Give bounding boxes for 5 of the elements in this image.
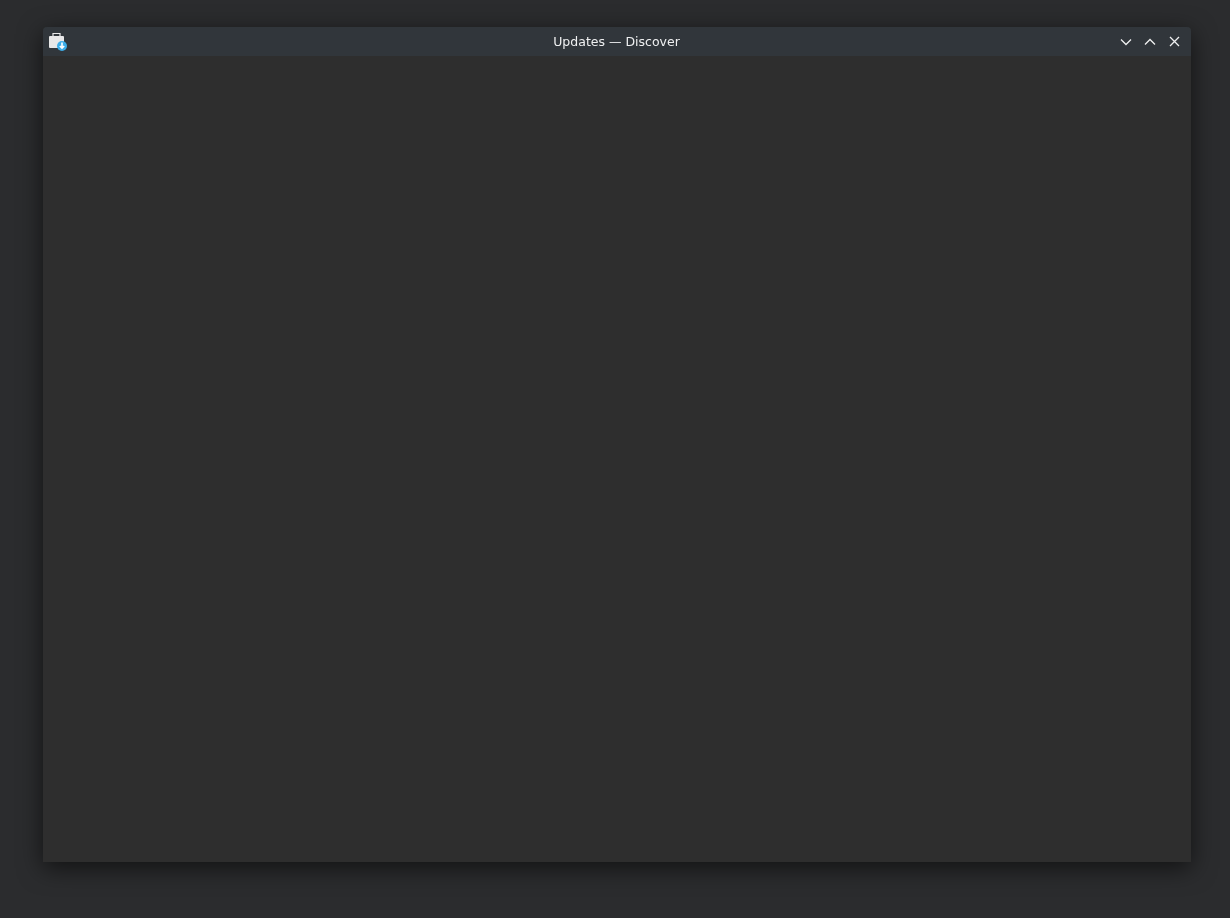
shopping-bag-icon: [48, 31, 68, 52]
close-icon: [1168, 36, 1180, 47]
window-title: Updates — Discover: [553, 34, 680, 49]
chevron-down-icon: [1120, 37, 1132, 46]
chevron-up-icon: [1144, 37, 1156, 46]
